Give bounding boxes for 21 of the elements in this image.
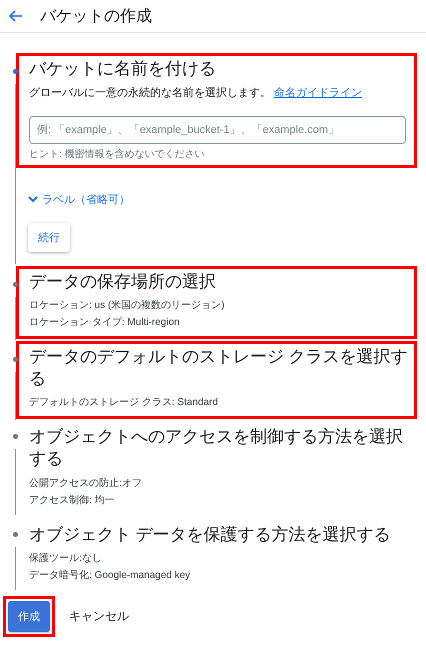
step-title: バケットに名前を付ける bbox=[29, 58, 217, 80]
continue-button[interactable]: 続行 bbox=[28, 223, 70, 252]
step-title: オブジェクト データを保護する方法を選択する bbox=[29, 524, 392, 546]
cancel-button[interactable]: キャンセル bbox=[63, 600, 135, 633]
create-button[interactable]: 作成 bbox=[8, 600, 50, 632]
step-detail: デフォルトのストレージ クラス: Standard bbox=[29, 396, 219, 410]
step-title: オブジェクトへのアクセスを制御する方法を選択する bbox=[29, 426, 404, 470]
step-description: グローバルに一意の永続的な名前を選択します。 命名ガイドライン bbox=[29, 86, 364, 100]
step-detail: アクセス制御: 均一 bbox=[29, 494, 116, 507]
step-detail: ロケーション: us (米国の複数のリージョン) bbox=[29, 298, 226, 312]
field-hint: ヒント: 機密情報を含めないでください bbox=[29, 148, 206, 162]
page-title: バケットの作成 bbox=[40, 6, 152, 26]
step-detail: データ暗号化: Google-managed key bbox=[29, 568, 192, 582]
labels-toggle[interactable]: ラベル（省略可） bbox=[28, 192, 130, 208]
step-detail: ロケーション タイプ: Multi-region bbox=[29, 316, 181, 330]
step-detail: 保護ツール:なし bbox=[29, 552, 103, 565]
step-detail: 公開アクセスの防止:オフ bbox=[29, 476, 143, 490]
guideline-link[interactable]: 命名ガイドライン bbox=[274, 87, 362, 100]
step-title: データの保存場所の選択 bbox=[29, 271, 217, 294]
step-title: データのデフォルトのストレージ クラスを選択する bbox=[29, 346, 408, 390]
bucket-name-field[interactable]: 例: 「example」、「example_bucket-1」、「example.com」 bbox=[29, 116, 406, 144]
